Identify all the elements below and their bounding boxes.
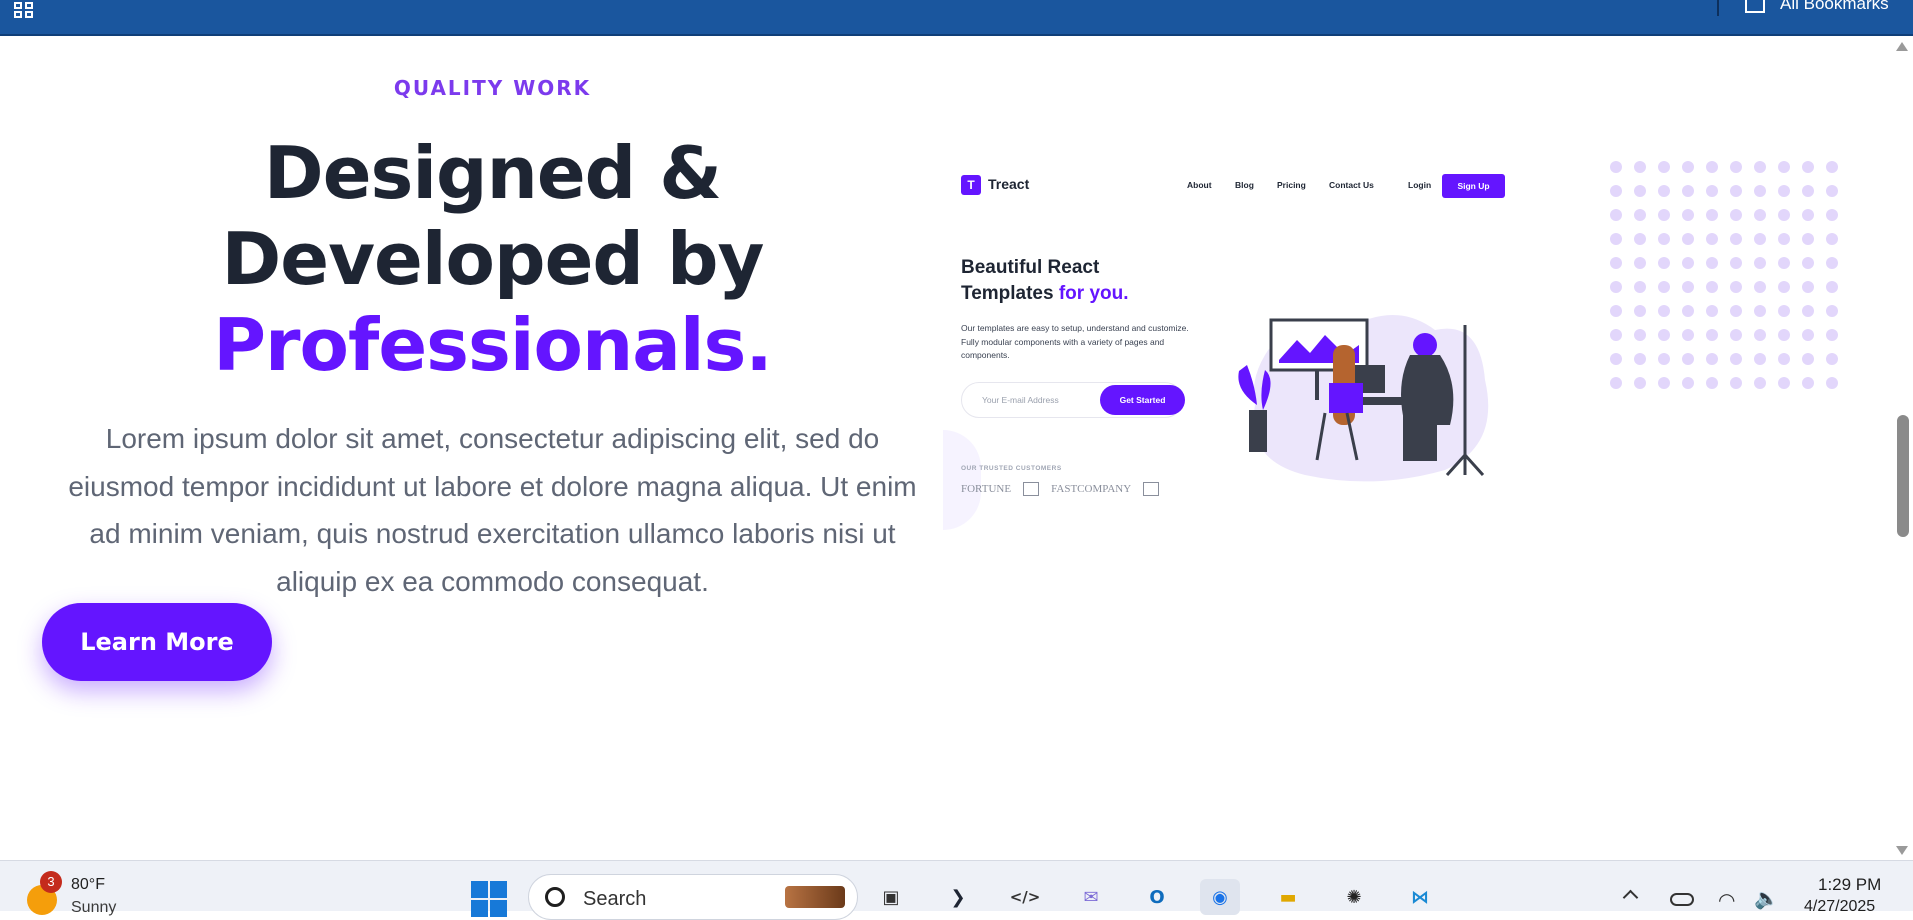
scroll-up-arrow-icon[interactable] xyxy=(1896,42,1908,51)
hero-headline: Designed & Developed by Professionals. xyxy=(150,130,835,388)
preview-description: Our templates are easy to setup, underst… xyxy=(961,323,1189,360)
fortune-logo: FORTUNE xyxy=(961,483,1012,495)
preview-title: Beautiful React Templates for you. xyxy=(961,255,1191,307)
headline-accent: Professionals. xyxy=(213,303,772,387)
decorative-dot-grid xyxy=(1610,161,1840,396)
terminal-icon[interactable]: ❯ xyxy=(938,879,978,915)
onedrive-cloud-icon[interactable] xyxy=(1670,893,1694,906)
windows-start-icon[interactable] xyxy=(471,881,507,917)
wifi-icon[interactable]: ◠ xyxy=(1718,888,1735,913)
taskbar-search-placeholder[interactable]: Search xyxy=(583,888,646,911)
taskbar-clock-time[interactable]: 1:29 PM xyxy=(1818,875,1881,895)
bookmarks-divider xyxy=(1717,0,1719,16)
outlook-icon[interactable]: O xyxy=(1137,879,1177,915)
file-explorer-icon[interactable]: ▣ xyxy=(871,879,911,915)
national-geographic-logo-icon xyxy=(1143,482,1160,496)
preview-customer-logos: FORTUNE FASTCOMPANY xyxy=(961,482,1160,496)
desk-illustration xyxy=(1238,315,1489,482)
preview-signup-button: Sign Up xyxy=(1442,174,1505,198)
preview-decor-blob xyxy=(943,430,981,530)
preview-logo-icon: T xyxy=(961,175,981,195)
bookmarks-folder-icon[interactable] xyxy=(1745,0,1765,13)
preview-nav-about: About xyxy=(1187,180,1212,190)
headline-line-1: Designed & xyxy=(263,131,722,215)
preview-nav-pricing: Pricing xyxy=(1277,180,1306,190)
weather-notification-badge: 3 xyxy=(40,871,62,893)
hero-paragraph: Lorem ipsum dolor sit amet, consectetur … xyxy=(68,423,917,597)
preview-logo-text: Treact xyxy=(988,176,1030,192)
apps-grid-icon[interactable] xyxy=(14,2,36,18)
headline-line-2: Developed by xyxy=(221,217,765,301)
weather-temperature[interactable]: 80°F xyxy=(71,876,105,894)
vscode-icon[interactable]: ⋈ xyxy=(1400,879,1440,915)
bookmarks-bar: All Bookmarks xyxy=(0,0,1913,36)
mail-icon[interactable]: ✉ xyxy=(1071,879,1111,915)
section-eyebrow: QUALITY WORK xyxy=(393,76,592,100)
preview-title-accent: for you. xyxy=(1058,283,1129,304)
dev-tools-icon[interactable]: </> xyxy=(1005,879,1045,915)
preview-nav-login: Login xyxy=(1408,180,1432,190)
taskbar-clock-date[interactable]: 4/27/2025 xyxy=(1804,898,1875,916)
fastcompany-logo: FASTCOMPANY xyxy=(1051,483,1132,495)
chatgpt-icon[interactable]: ✺ xyxy=(1334,879,1374,915)
preview-title-line-2: Templates xyxy=(961,283,1054,304)
template-preview-image: T Treact About Blog Pricing Contact Us L… xyxy=(943,160,1515,530)
customer-logo-box-icon xyxy=(1023,482,1040,496)
volume-icon[interactable]: 🔈 xyxy=(1754,886,1779,911)
search-icon xyxy=(545,887,565,907)
preview-trusted-label: OUR TRUSTED CUSTOMERS xyxy=(961,465,1062,472)
preview-nav-blog: Blog xyxy=(1235,180,1254,190)
chrome-icon[interactable]: ◉ xyxy=(1200,879,1240,915)
scrollbar-thumb[interactable] xyxy=(1897,415,1909,537)
preview-get-started-button: Get Started xyxy=(1100,385,1185,415)
preview-title-line-1: Beautiful React xyxy=(961,257,1100,278)
preview-email-placeholder: Your E-mail Address xyxy=(982,395,1059,405)
learn-more-button[interactable]: Learn More xyxy=(42,603,272,681)
weather-condition[interactable]: Sunny xyxy=(71,899,116,917)
scroll-down-arrow-icon[interactable] xyxy=(1896,846,1908,855)
all-bookmarks-link[interactable]: All Bookmarks xyxy=(1780,0,1889,14)
search-highlight-image xyxy=(785,886,845,908)
preview-nav-contact: Contact Us xyxy=(1329,180,1374,190)
folder-icon[interactable]: ▬ xyxy=(1268,879,1308,915)
